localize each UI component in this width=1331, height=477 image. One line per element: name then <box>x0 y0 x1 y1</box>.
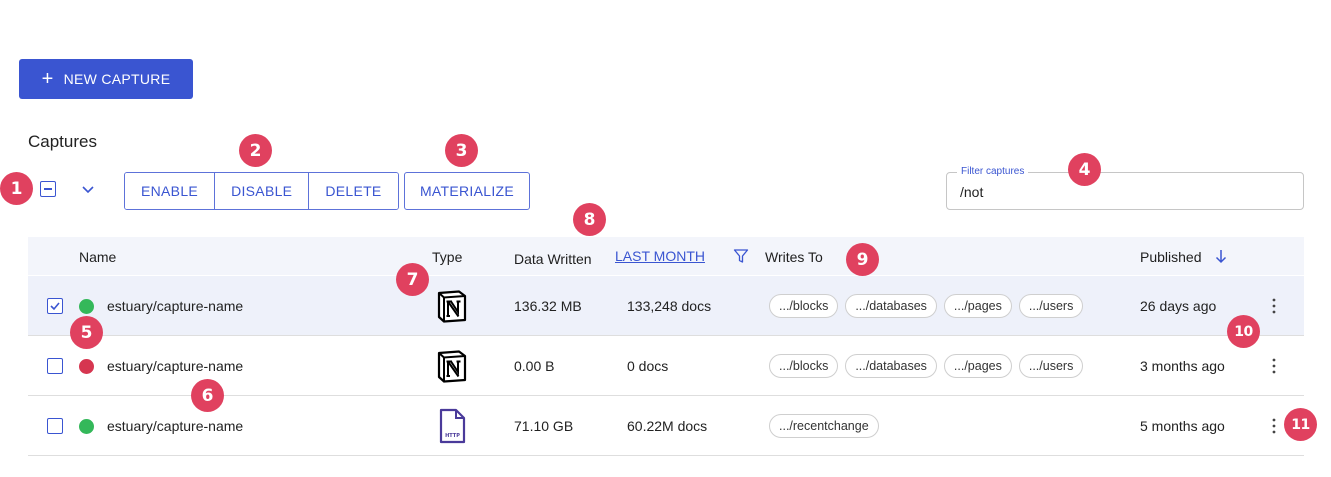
plus-icon: + <box>41 68 54 90</box>
annotation-badge: 3 <box>445 134 478 167</box>
collection-chip[interactable]: .../blocks <box>769 294 839 318</box>
http-file-icon: HTTP <box>439 408 466 444</box>
published-date: 26 days ago <box>1140 298 1217 314</box>
collection-chip[interactable]: .../pages <box>943 294 1012 318</box>
collection-chip[interactable]: .../users <box>1018 354 1084 378</box>
annotation-badge: 8 <box>573 203 606 236</box>
capture-name[interactable]: estuary/capture-name <box>107 298 243 314</box>
docs-written: 133,248 docs <box>627 298 712 314</box>
annotation-badge: 7 <box>396 263 429 296</box>
section-title: Captures <box>28 132 97 151</box>
notion-logo-icon <box>437 290 467 323</box>
collection-chip[interactable]: .../databases <box>845 294 937 318</box>
svg-text:HTTP: HTTP <box>445 433 460 439</box>
docs-written: 0 docs <box>627 358 669 374</box>
header-writes-to: Writes To <box>765 249 823 265</box>
bulk-action-group: ENABLE DISABLE DELETE <box>124 172 399 210</box>
row-checkbox[interactable] <box>47 358 63 374</box>
annotation-badge: 2 <box>239 134 272 167</box>
data-written: 0.00 B <box>514 358 555 374</box>
header-type: Type <box>432 249 463 265</box>
status-dot-green <box>79 419 94 434</box>
filter-label: Filter captures <box>957 166 1029 177</box>
sort-arrow-down-icon[interactable] <box>1214 248 1228 264</box>
writes-to-list: .../blocks .../databases .../pages .../u… <box>769 294 1084 318</box>
filter-funnel-icon[interactable] <box>733 248 749 264</box>
row-checkbox[interactable] <box>47 418 63 434</box>
row-checkbox[interactable] <box>47 298 63 314</box>
table-row[interactable]: estuary/capture-name 136.32 MB 133,248 d… <box>28 276 1304 336</box>
docs-written: 60.22M docs <box>627 418 708 434</box>
check-icon <box>50 302 60 311</box>
writes-to-list: .../blocks .../databases .../pages .../u… <box>769 354 1084 378</box>
more-options-icon[interactable] <box>1268 295 1280 317</box>
annotation-badge: 6 <box>191 379 224 412</box>
annotation-badge: 10 <box>1227 315 1260 348</box>
data-written: 136.32 MB <box>514 298 582 314</box>
new-capture-label: NEW CAPTURE <box>63 71 171 87</box>
published-date: 5 months ago <box>1140 418 1225 434</box>
new-capture-button[interactable]: + NEW CAPTURE <box>19 59 193 99</box>
collection-chip[interactable]: .../blocks <box>769 354 839 378</box>
more-options-icon[interactable] <box>1268 355 1280 377</box>
published-date: 3 months ago <box>1140 358 1225 374</box>
capture-name[interactable]: estuary/capture-name <box>107 358 243 374</box>
status-dot-red <box>79 359 94 374</box>
disable-button[interactable]: DISABLE <box>215 173 310 209</box>
table-header: Name Type Data Written LAST MONTH Writes… <box>28 237 1304 275</box>
enable-button[interactable]: ENABLE <box>125 173 216 209</box>
collection-chip[interactable]: .../users <box>1018 294 1084 318</box>
data-written: 71.10 GB <box>514 418 574 434</box>
collection-chip[interactable]: .../databases <box>845 354 937 378</box>
writes-to-list: .../recentchange <box>769 414 879 438</box>
capture-name[interactable]: estuary/capture-name <box>107 418 243 434</box>
filter-captures-field: Filter captures <box>946 166 1304 210</box>
annotation-badge: 9 <box>846 243 879 276</box>
materialize-button[interactable]: MATERIALIZE <box>404 172 530 210</box>
annotation-badge: 5 <box>70 316 103 349</box>
more-options-icon[interactable] <box>1268 415 1280 437</box>
period-link[interactable]: LAST MONTH <box>615 248 705 264</box>
annotation-badge: 1 <box>0 172 33 205</box>
select-all-checkbox[interactable] <box>40 181 56 197</box>
header-name[interactable]: Name <box>79 249 116 265</box>
notion-logo-icon <box>437 350 467 383</box>
delete-button[interactable]: DELETE <box>309 173 398 209</box>
header-published[interactable]: Published <box>1140 249 1202 265</box>
filter-input[interactable] <box>960 183 1260 201</box>
annotation-badge: 11 <box>1284 408 1317 441</box>
status-dot-green <box>79 299 94 314</box>
annotation-badge: 4 <box>1068 153 1101 186</box>
header-data-written[interactable]: Data Written <box>514 251 592 267</box>
collection-chip[interactable]: .../pages <box>943 354 1012 378</box>
collection-chip[interactable]: .../recentchange <box>769 414 879 438</box>
chevron-down-icon[interactable] <box>80 181 96 197</box>
